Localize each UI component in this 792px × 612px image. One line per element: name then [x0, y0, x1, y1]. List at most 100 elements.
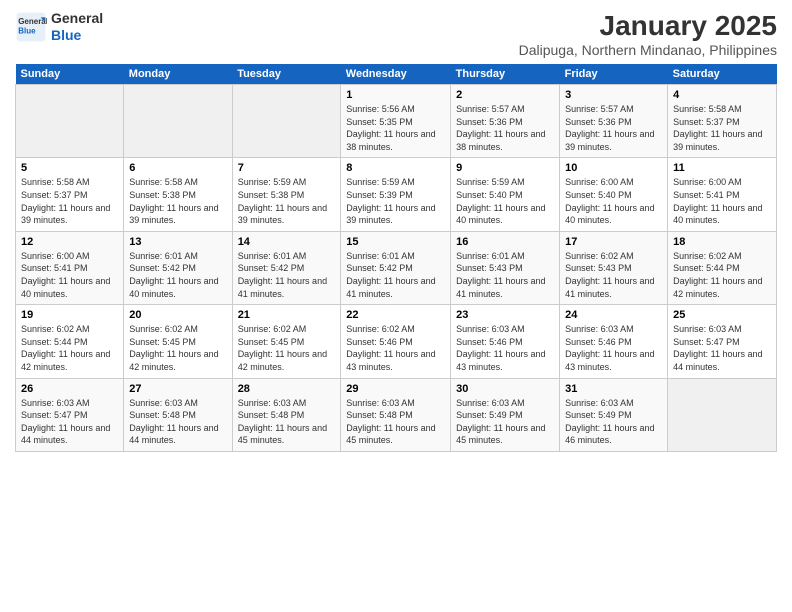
calendar-cell: 12 Sunrise: 6:00 AMSunset: 5:41 PMDayligh…: [16, 231, 124, 304]
day-number: 25: [673, 309, 771, 321]
day-info: Sunrise: 5:59 AMSunset: 5:40 PMDaylight:…: [456, 176, 554, 226]
day-info: Sunrise: 5:57 AMSunset: 5:36 PMDaylight:…: [456, 103, 554, 153]
day-info: Sunrise: 6:02 AMSunset: 5:46 PMDaylight:…: [346, 323, 445, 373]
day-info: Sunrise: 6:02 AMSunset: 5:44 PMDaylight:…: [21, 323, 118, 373]
calendar-cell: 25 Sunrise: 6:03 AMSunset: 5:47 PMDayligh…: [668, 305, 777, 378]
logo: General Blue General Blue: [15, 10, 103, 44]
calendar-cell: 27 Sunrise: 6:03 AMSunset: 5:48 PMDayligh…: [124, 378, 232, 451]
calendar-cell: [124, 85, 232, 158]
day-number: 15: [346, 236, 445, 248]
day-number: 4: [673, 89, 771, 101]
calendar-cell: 8Sunrise: 5:59 AMSunset: 5:39 PMDaylight…: [341, 158, 451, 231]
day-info: Sunrise: 6:03 AMSunset: 5:46 PMDaylight:…: [565, 323, 662, 373]
calendar-cell: 31 Sunrise: 6:03 AMSunset: 5:49 PMDayligh…: [560, 378, 668, 451]
calendar-cell: 24 Sunrise: 6:03 AMSunset: 5:46 PMDayligh…: [560, 305, 668, 378]
day-info: Sunrise: 6:03 AMSunset: 5:48 PMDaylight:…: [238, 397, 336, 447]
calendar-cell: [16, 85, 124, 158]
day-number: 17: [565, 236, 662, 248]
svg-text:Blue: Blue: [18, 26, 36, 35]
day-number: 26: [21, 383, 118, 395]
day-header-sunday: Sunday: [16, 64, 124, 85]
page-subtitle: Dalipuga, Northern Mindanao, Philippines: [519, 42, 777, 58]
day-info: Sunrise: 6:03 AMSunset: 5:46 PMDaylight:…: [456, 323, 554, 373]
day-number: 30: [456, 383, 554, 395]
day-number: 24: [565, 309, 662, 321]
page-title: January 2025: [519, 10, 777, 42]
day-number: 13: [129, 236, 226, 248]
day-number: 31: [565, 383, 662, 395]
calendar-cell: 23Sunrise: 6:03 AMSunset: 5:46 PMDayligh…: [451, 305, 560, 378]
calendar-week-3: 12 Sunrise: 6:00 AMSunset: 5:41 PMDayligh…: [16, 231, 777, 304]
page-container: General Blue General Blue January 2025 D…: [0, 0, 792, 612]
calendar-cell: 6 Sunrise: 5:58 AMSunset: 5:38 PMDaylight…: [124, 158, 232, 231]
calendar-cell: 20Sunrise: 6:02 AMSunset: 5:45 PMDayligh…: [124, 305, 232, 378]
calendar-cell: 22 Sunrise: 6:02 AMSunset: 5:46 PMDayligh…: [341, 305, 451, 378]
calendar-cell: 30Sunrise: 6:03 AMSunset: 5:49 PMDayligh…: [451, 378, 560, 451]
calendar-week-4: 19Sunrise: 6:02 AMSunset: 5:44 PMDayligh…: [16, 305, 777, 378]
calendar-cell: 18 Sunrise: 6:02 AMSunset: 5:44 PMDayligh…: [668, 231, 777, 304]
calendar-cell: 16 Sunrise: 6:01 AMSunset: 5:43 PMDayligh…: [451, 231, 560, 304]
logo-text: General Blue: [51, 10, 103, 44]
day-info: Sunrise: 6:03 AMSunset: 5:47 PMDaylight:…: [673, 323, 771, 373]
day-number: 3: [565, 89, 662, 101]
day-header-friday: Friday: [560, 64, 668, 85]
day-info: Sunrise: 6:00 AMSunset: 5:41 PMDaylight:…: [21, 250, 118, 300]
day-info: Sunrise: 6:01 AMSunset: 5:43 PMDaylight:…: [456, 250, 554, 300]
page-header: General Blue General Blue January 2025 D…: [15, 10, 777, 58]
day-number: 7: [238, 162, 336, 174]
calendar-week-1: 1 Sunrise: 5:56 AMSunset: 5:35 PMDaylight…: [16, 85, 777, 158]
day-header-wednesday: Wednesday: [341, 64, 451, 85]
day-header-thursday: Thursday: [451, 64, 560, 85]
day-header-monday: Monday: [124, 64, 232, 85]
day-number: 12: [21, 236, 118, 248]
day-number: 27: [129, 383, 226, 395]
day-info: Sunrise: 6:02 AMSunset: 5:45 PMDaylight:…: [238, 323, 336, 373]
calendar-cell: 28 Sunrise: 6:03 AMSunset: 5:48 PMDayligh…: [232, 378, 341, 451]
calendar-cell: 29 Sunrise: 6:03 AMSunset: 5:48 PMDayligh…: [341, 378, 451, 451]
day-number: 2: [456, 89, 554, 101]
calendar-cell: 14Sunrise: 6:01 AMSunset: 5:42 PMDayligh…: [232, 231, 341, 304]
day-info: Sunrise: 5:56 AMSunset: 5:35 PMDaylight:…: [346, 103, 445, 153]
calendar-cell: 19Sunrise: 6:02 AMSunset: 5:44 PMDayligh…: [16, 305, 124, 378]
day-info: Sunrise: 6:01 AMSunset: 5:42 PMDaylight:…: [129, 250, 226, 300]
calendar-cell: 13 Sunrise: 6:01 AMSunset: 5:42 PMDayligh…: [124, 231, 232, 304]
day-number: 16: [456, 236, 554, 248]
day-number: 1: [346, 89, 445, 101]
calendar-header-row: SundayMondayTuesdayWednesdayThursdayFrid…: [16, 64, 777, 85]
day-info: Sunrise: 6:03 AMSunset: 5:49 PMDaylight:…: [565, 397, 662, 447]
calendar-cell: 11Sunrise: 6:00 AMSunset: 5:41 PMDayligh…: [668, 158, 777, 231]
day-info: Sunrise: 5:59 AMSunset: 5:39 PMDaylight:…: [346, 176, 445, 226]
day-info: Sunrise: 6:03 AMSunset: 5:48 PMDaylight:…: [346, 397, 445, 447]
calendar-cell: [232, 85, 341, 158]
title-block: January 2025 Dalipuga, Northern Mindanao…: [519, 10, 777, 58]
day-header-saturday: Saturday: [668, 64, 777, 85]
calendar-cell: 10 Sunrise: 6:00 AMSunset: 5:40 PMDayligh…: [560, 158, 668, 231]
day-number: 9: [456, 162, 554, 174]
day-number: 28: [238, 383, 336, 395]
day-info: Sunrise: 5:58 AMSunset: 5:37 PMDaylight:…: [673, 103, 771, 153]
day-info: Sunrise: 6:00 AMSunset: 5:40 PMDaylight:…: [565, 176, 662, 226]
day-number: 10: [565, 162, 662, 174]
day-info: Sunrise: 5:58 AMSunset: 5:38 PMDaylight:…: [129, 176, 226, 226]
calendar-cell: 3Sunrise: 5:57 AMSunset: 5:36 PMDaylight…: [560, 85, 668, 158]
day-number: 22: [346, 309, 445, 321]
calendar-cell: 7Sunrise: 5:59 AMSunset: 5:38 PMDaylight…: [232, 158, 341, 231]
calendar-cell: 15Sunrise: 6:01 AMSunset: 5:42 PMDayligh…: [341, 231, 451, 304]
day-number: 18: [673, 236, 771, 248]
calendar-cell: 5Sunrise: 5:58 AMSunset: 5:37 PMDaylight…: [16, 158, 124, 231]
calendar-table: SundayMondayTuesdayWednesdayThursdayFrid…: [15, 64, 777, 452]
calendar-cell: [668, 378, 777, 451]
day-number: 11: [673, 162, 771, 174]
logo-icon: General Blue: [15, 11, 47, 43]
day-number: 20: [129, 309, 226, 321]
day-info: Sunrise: 6:03 AMSunset: 5:48 PMDaylight:…: [129, 397, 226, 447]
day-number: 29: [346, 383, 445, 395]
calendar-week-2: 5Sunrise: 5:58 AMSunset: 5:37 PMDaylight…: [16, 158, 777, 231]
calendar-cell: 26 Sunrise: 6:03 AMSunset: 5:47 PMDayligh…: [16, 378, 124, 451]
day-number: 21: [238, 309, 336, 321]
day-header-tuesday: Tuesday: [232, 64, 341, 85]
day-info: Sunrise: 6:02 AMSunset: 5:44 PMDaylight:…: [673, 250, 771, 300]
calendar-cell: 4 Sunrise: 5:58 AMSunset: 5:37 PMDaylight…: [668, 85, 777, 158]
day-number: 6: [129, 162, 226, 174]
day-info: Sunrise: 6:03 AMSunset: 5:47 PMDaylight:…: [21, 397, 118, 447]
